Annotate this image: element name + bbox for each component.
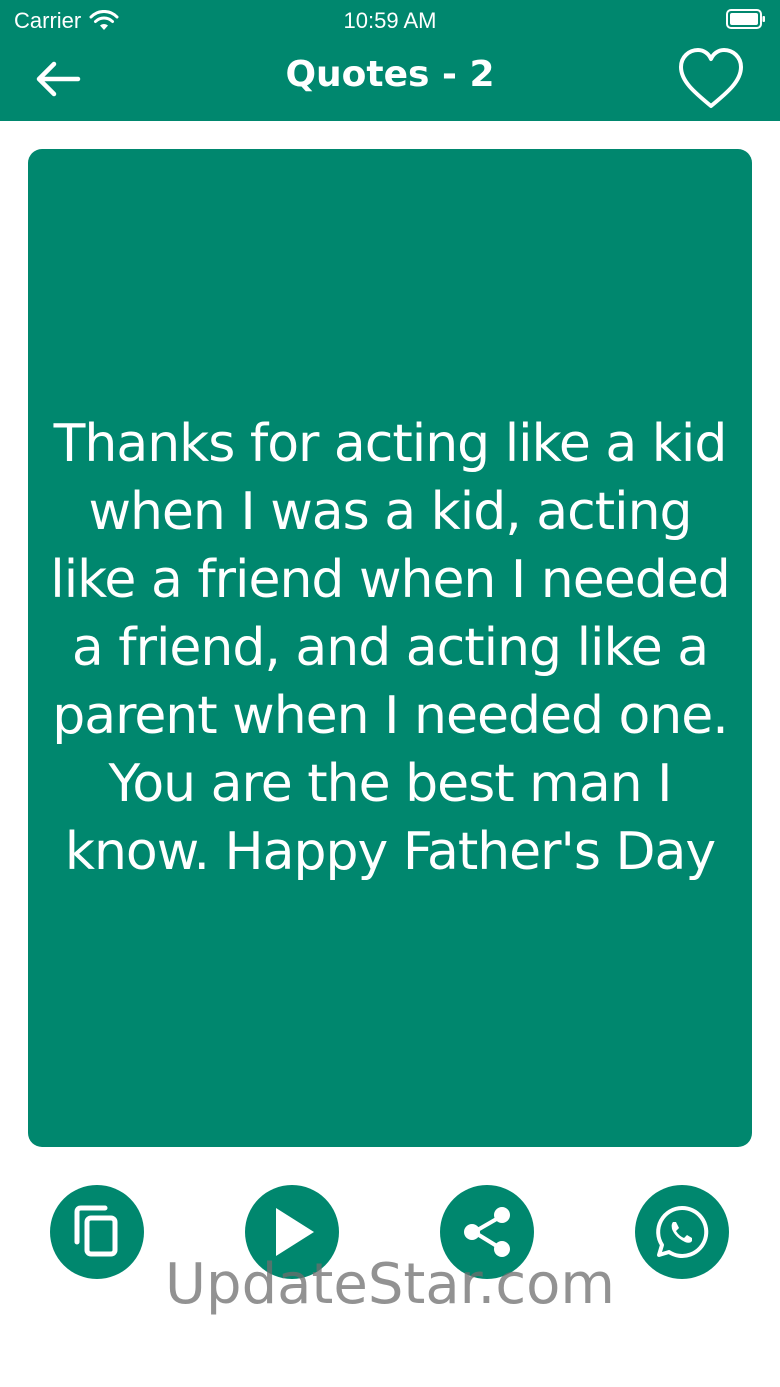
battery-icon	[726, 9, 765, 29]
quote-card: Thanks for acting like a kid when I was …	[28, 149, 752, 1147]
page-title: Quotes - 2	[285, 54, 495, 95]
favorite-button[interactable]	[676, 46, 746, 112]
top-bar: Carrier 10:59 AM Quotes - 2	[0, 0, 780, 121]
quote-detail-screen: Carrier 10:59 AM Quotes - 2 Thanks for a…	[0, 0, 780, 1387]
watermark-text: UpdateStar.com	[165, 1252, 615, 1317]
quote-text: Thanks for acting like a kid when I was …	[50, 414, 730, 882]
heart-outline-icon	[679, 48, 743, 108]
status-time: 10:59 AM	[343, 8, 437, 33]
nav-bar: Quotes - 2	[0, 40, 780, 121]
status-bar: Carrier 10:59 AM	[0, 0, 780, 40]
